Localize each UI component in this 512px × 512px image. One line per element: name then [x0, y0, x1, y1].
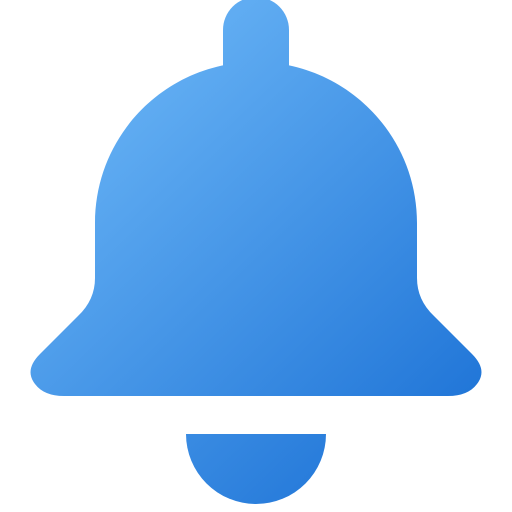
- bell-handle: [223, 0, 289, 66]
- bell-clapper: [186, 434, 326, 504]
- bell-icon: [30, 0, 482, 504]
- icon-canvas: [0, 0, 512, 512]
- bell-body: [30, 62, 482, 396]
